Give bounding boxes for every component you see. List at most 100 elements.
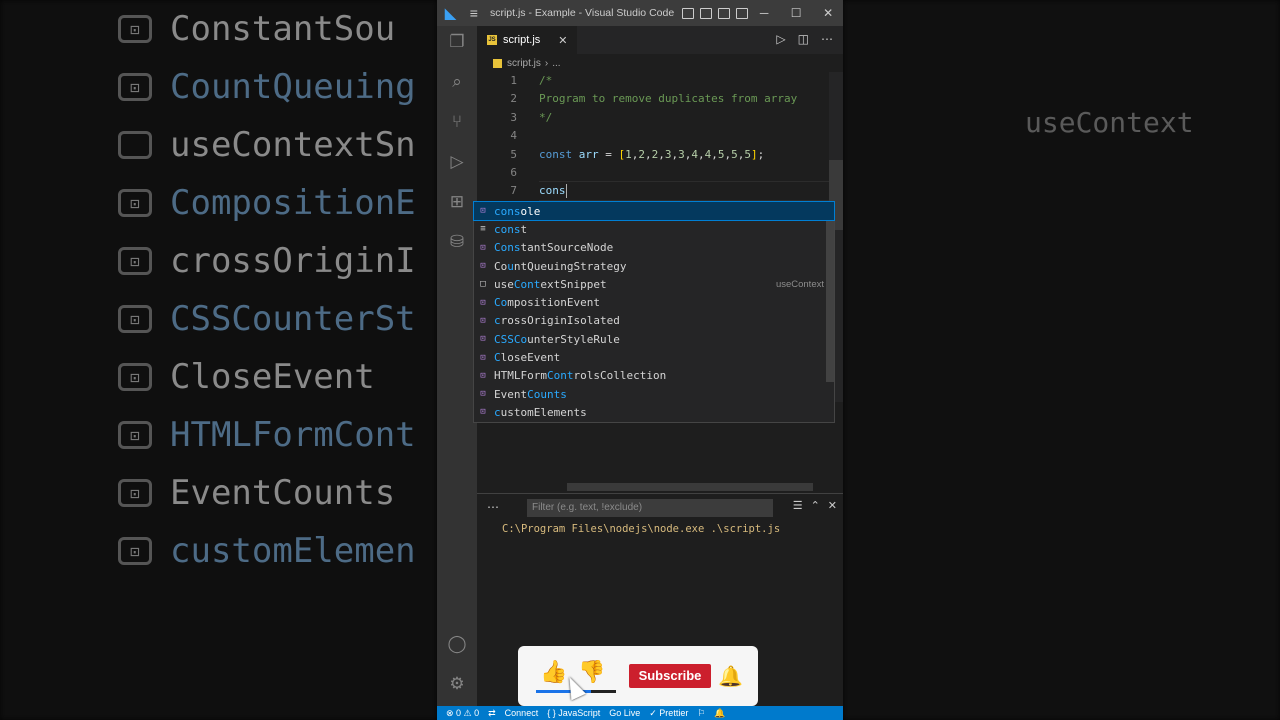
breadcrumb-more[interactable]: ... — [552, 58, 560, 69]
suggestion-item[interactable]: ≡ const — [474, 220, 834, 238]
suggestion-label-prefix: Co — [494, 259, 508, 273]
close-window-icon[interactable]: ✕ — [812, 6, 843, 20]
explorer-icon[interactable]: ❐ — [447, 32, 467, 52]
remote-icon[interactable]: ⇄ — [488, 708, 496, 719]
tab-script-js[interactable]: JS script.js ✕ — [477, 26, 577, 54]
split-editor-icon[interactable]: ◫ — [798, 32, 809, 46]
breadcrumb: script.js › ... — [477, 54, 843, 72]
maximize-panel-icon[interactable]: ⌃ — [811, 499, 820, 512]
suggestion-item[interactable]: □ useContextSnippet useContext — [474, 275, 834, 293]
activity-bar: ❐ ⌕ ⑂ ▷ ⊞ ⛁ ◯ ⚙ — [437, 26, 477, 706]
close-tab-icon[interactable]: ✕ — [558, 34, 567, 47]
code-token: = — [598, 147, 619, 161]
run-debug-icon[interactable]: ▷ — [447, 152, 467, 172]
maximize-icon[interactable]: ☐ — [780, 6, 812, 20]
code-token: 2 — [638, 147, 645, 161]
close-panel-icon[interactable]: ✕ — [828, 499, 837, 512]
code-line: 3 */ — [477, 109, 843, 127]
run-icon[interactable]: ▷ — [776, 32, 785, 46]
suggestion-label: useContextSnippet — [494, 278, 607, 291]
background-suggestion-text: customElemen — [170, 531, 416, 571]
suggestion-label-match: CSSCo — [494, 332, 528, 346]
code-line: 1 /* — [477, 72, 843, 90]
more-actions-icon[interactable]: ⋯ — [821, 32, 833, 46]
breadcrumb-file[interactable]: script.js — [507, 58, 541, 69]
line-number: 7 — [510, 184, 517, 198]
code-token: 4 — [691, 147, 698, 161]
customize-layout-icon[interactable] — [736, 7, 749, 19]
javascript-file-icon: JS — [487, 35, 497, 45]
toggle-panel-icon[interactable] — [700, 7, 713, 19]
suggestion-item[interactable]: ⊡ CloseEvent — [474, 348, 834, 366]
background-suggestion-list: ⊡ ConstantSou ⊡ CountQueuing useContextSn ⊡ Co… — [118, 0, 416, 580]
extensions-icon[interactable]: ⊞ — [447, 192, 467, 212]
line-number: 4 — [510, 129, 517, 143]
account-icon[interactable]: ◯ — [447, 634, 467, 654]
source-control-icon[interactable]: ⑂ — [447, 112, 467, 132]
suggestion-item[interactable]: ⊡ HTMLFormControlsCollection — [474, 367, 834, 385]
problems-status[interactable]: ⊗ 0 ⚠ 0 — [446, 708, 479, 719]
code-token: 5 — [717, 147, 725, 161]
settings-gear-icon[interactable]: ⚙ — [447, 674, 467, 694]
menu-icon[interactable]: ≡ — [470, 5, 478, 21]
suggestion-item[interactable]: ⊡ EventCounts — [474, 385, 834, 403]
code-token: cons — [539, 184, 566, 198]
suggestion-item[interactable]: ⊡ crossOriginIsolated — [474, 312, 834, 330]
suggestion-label-match: Cont — [513, 277, 541, 291]
minimize-icon[interactable]: ─ — [748, 6, 780, 20]
suggestion-label-suffix: tantSourceNode — [520, 241, 614, 255]
suggestion-label-suffix: unterStyleRule — [527, 332, 620, 346]
suggestion-item[interactable]: ⊡ ConstantSourceNode — [474, 239, 834, 257]
code-token: , — [645, 147, 652, 161]
variable-icon: ⊡ — [480, 407, 486, 418]
panel-more-icon[interactable]: ⋯ — [487, 500, 499, 514]
toggle-sidebar-icon[interactable] — [682, 7, 695, 19]
suggestion-item[interactable]: ⊡ customElements — [474, 403, 834, 421]
suggestion-label-match: u — [507, 259, 514, 273]
output-filter-input[interactable]: Filter (e.g. text, !exclude) — [527, 499, 773, 517]
code-line: 6 — [477, 164, 843, 182]
suggestion-label-suffix: t — [520, 222, 528, 236]
code-token: 1 — [625, 147, 632, 161]
variable-icon: ⊡ — [480, 206, 486, 217]
suggestion-item[interactable]: ⊡ console — [473, 200, 835, 222]
output-text: C:\Program Files\nodejs\node.exe .\scrip… — [502, 523, 781, 535]
toggle-secondary-sidebar-icon[interactable] — [718, 7, 731, 19]
suggestion-label: CloseEvent — [494, 351, 560, 364]
suggestion-label-suffix: loseEvent — [500, 351, 561, 365]
prettier-status[interactable]: ✓ Prettier — [649, 708, 688, 719]
suggestion-item[interactable]: ⊡ CountQueuingStrategy — [474, 257, 834, 275]
subscribe-button[interactable]: Subscribe — [629, 664, 711, 688]
code-token: 3 — [664, 147, 672, 161]
language-status[interactable]: { } JavaScript — [547, 708, 600, 718]
suggestion-label-match: cons — [494, 222, 521, 236]
background-suggestion-text: CloseEvent — [170, 357, 375, 397]
go-live-status[interactable]: Go Live — [609, 708, 640, 718]
suggestion-label-match: Co — [494, 296, 508, 310]
window-title: script.js - Example - Visual Studio Code — [489, 7, 675, 19]
code-token: 5 — [744, 147, 751, 161]
feedback-icon[interactable]: ⚐ — [697, 708, 705, 719]
suggestion-label: crossOriginIsolated — [494, 314, 620, 327]
code-line: 2 Program to remove duplicates from array — [477, 90, 843, 108]
connect-status[interactable]: Connect — [505, 708, 539, 718]
clear-output-icon[interactable]: ☰ — [793, 499, 803, 512]
background-suggestion-row: ⊡ CSSCounterSt — [118, 290, 416, 348]
background-suggestion-row: ⊡ ConstantSou — [118, 0, 416, 58]
variable-icon: ⊡ — [480, 261, 486, 272]
thumbs-down-icon[interactable]: 👎 — [578, 660, 605, 686]
notifications-icon[interactable]: 🔔 — [714, 708, 725, 719]
background-suggestion-row: ⊡ HTMLFormCont — [118, 406, 416, 464]
search-icon[interactable]: ⌕ — [447, 72, 467, 92]
suggestion-label-prefix: use — [494, 277, 514, 291]
suggestion-label-suffix: mpositionEvent — [507, 296, 600, 310]
suggestion-item[interactable]: ⊡ CSSCounterStyleRule — [474, 330, 834, 348]
window-controls: ─ ☐ ✕ — [748, 6, 843, 20]
database-icon[interactable]: ⛁ — [447, 232, 467, 252]
editor-horizontal-scrollbar[interactable] — [567, 483, 813, 491]
code-token: , — [711, 147, 718, 161]
suggestion-item[interactable]: ⊡ CompositionEvent — [474, 294, 834, 312]
suggestion-widget: ⊡ console ≡ const ⊡ ConstantSourceNode ⊡ CountQ… — [473, 200, 835, 423]
background-suggestion-icon: ⊡ — [118, 537, 152, 565]
bell-icon[interactable]: 🔔 — [718, 664, 743, 688]
